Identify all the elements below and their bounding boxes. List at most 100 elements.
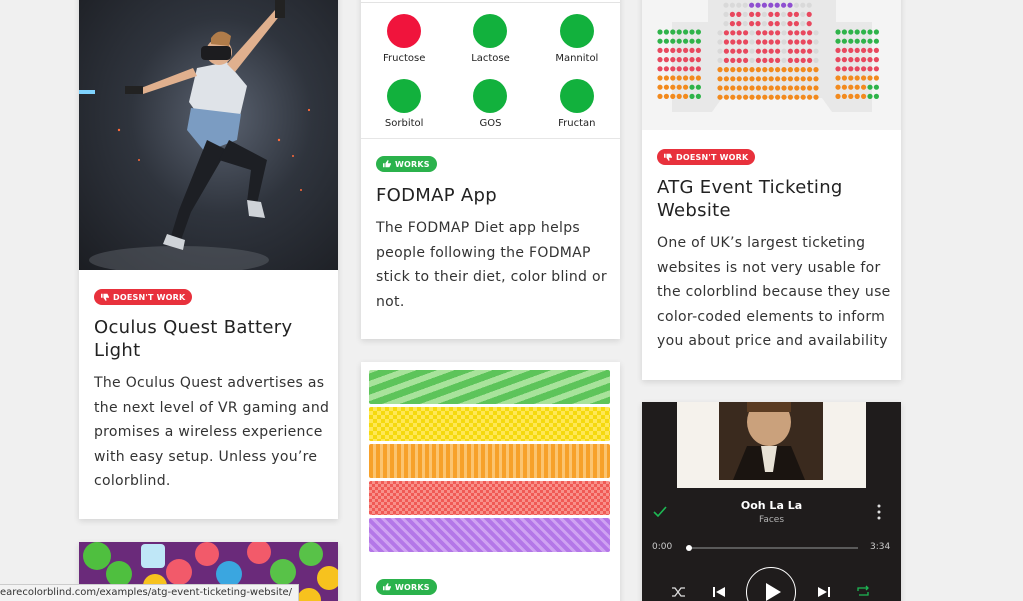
seat-dot xyxy=(800,30,806,36)
seat-dot xyxy=(781,57,787,63)
seat-dot xyxy=(676,38,682,44)
seat-dot xyxy=(806,2,812,8)
seat-dot xyxy=(676,29,682,35)
seat-dot xyxy=(861,57,867,63)
seat-dot xyxy=(663,38,669,44)
next-track-icon[interactable] xyxy=(818,586,830,598)
seat-dot xyxy=(813,39,819,45)
seat-dot xyxy=(683,75,689,81)
seat-dot xyxy=(774,20,780,27)
repeat-icon[interactable] xyxy=(856,585,870,598)
card-pattern-stripes[interactable]: WORKS xyxy=(361,362,620,601)
lactose-indicator xyxy=(473,14,508,48)
progress-knob[interactable] xyxy=(686,545,692,551)
seat-dot xyxy=(742,11,748,17)
seat-dot xyxy=(807,57,813,63)
seat-dot xyxy=(755,76,761,82)
shuffle-icon[interactable] xyxy=(672,586,686,598)
seat-dot xyxy=(723,11,729,17)
seat-dot xyxy=(861,75,867,81)
seat-dot xyxy=(854,84,860,90)
seat-dot xyxy=(867,29,873,35)
seat-dot xyxy=(854,93,860,99)
card-spotify[interactable]: Ooh La La Faces 0:00 3:34 xyxy=(642,402,901,601)
seat-dot xyxy=(848,66,854,72)
seat-dot xyxy=(800,85,806,91)
seat-dot xyxy=(841,38,847,44)
progress-bar[interactable] xyxy=(686,545,858,551)
seat-dot xyxy=(775,30,781,36)
seat-dot xyxy=(768,94,774,100)
seat-dot xyxy=(723,20,729,27)
seat-dot xyxy=(762,30,768,36)
seat-dot xyxy=(813,85,819,91)
badge-label: DOESN'T WORK xyxy=(676,152,749,162)
seat-dot xyxy=(717,76,723,82)
seat-dot xyxy=(781,48,787,54)
card-description: The Oculus Quest advertises as the next … xyxy=(94,375,330,489)
fructose-indicator xyxy=(387,14,422,48)
card-fodmap[interactable]: Fructose Lactose Mannitol Sorbitol GOS F… xyxy=(361,0,620,339)
card-atg[interactable]: DOESN'T WORK ATG Event Ticketing Website… xyxy=(642,0,901,380)
seat-dot xyxy=(867,38,873,44)
seat-dot xyxy=(873,38,879,44)
seat-dot xyxy=(854,66,860,72)
seat-dot xyxy=(729,2,735,8)
seat-dot xyxy=(683,38,689,44)
vr-dancer-illustration xyxy=(79,0,311,270)
seat-dot xyxy=(775,67,781,73)
seat-dot xyxy=(768,2,774,8)
seat-dot xyxy=(695,57,701,63)
seat-dot xyxy=(807,30,813,36)
seat-dot xyxy=(774,11,780,17)
badge-label: WORKS xyxy=(395,582,430,592)
seat-dot xyxy=(794,57,800,63)
seat-dot xyxy=(781,11,787,17)
seat-dot xyxy=(835,47,841,54)
seat-dot xyxy=(781,76,787,82)
seat-dot xyxy=(807,76,813,82)
seat-dot xyxy=(695,75,701,81)
seat-dot xyxy=(848,29,854,35)
seat-dot xyxy=(730,57,736,63)
seat-dot xyxy=(807,94,813,100)
seat-dot xyxy=(781,30,787,36)
seat-dot xyxy=(717,85,723,91)
seat-dot xyxy=(683,57,689,63)
seat-dot xyxy=(657,84,663,90)
seat-dot xyxy=(775,76,781,82)
seat-dot xyxy=(762,94,768,100)
browser-status-url: earecolorblind.com/examples/atg-event-ti… xyxy=(0,584,300,601)
seat-dot xyxy=(689,75,695,81)
seat-dot xyxy=(717,67,723,73)
page: DOESN'T WORK Oculus Quest Battery Light … xyxy=(0,0,1023,601)
seat-dot xyxy=(787,2,793,8)
seat-dot xyxy=(670,57,676,63)
seat-dot xyxy=(657,66,663,72)
more-options-icon[interactable] xyxy=(876,504,882,520)
seat-dot xyxy=(835,38,841,44)
seat-dot xyxy=(683,93,689,99)
seat-dot xyxy=(761,11,767,17)
seat-dot xyxy=(717,39,723,45)
seat-dot xyxy=(723,94,729,100)
seat-dot xyxy=(762,48,768,54)
seat-dot xyxy=(807,67,813,73)
seat-dot xyxy=(717,94,723,100)
seat-dot xyxy=(762,67,768,73)
seat-dot xyxy=(800,67,806,73)
previous-track-icon[interactable] xyxy=(713,586,725,598)
seat-dot xyxy=(787,48,793,54)
seat-dot xyxy=(743,48,749,54)
seat-dot xyxy=(670,38,676,44)
card-oculus[interactable]: DOESN'T WORK Oculus Quest Battery Light … xyxy=(79,0,338,519)
seat-dot xyxy=(873,29,879,35)
seat-dot xyxy=(807,39,813,45)
seat-dot xyxy=(762,57,768,63)
seat-dot xyxy=(730,76,736,82)
card-description: One of UK’s largest ticketing websites i… xyxy=(657,235,891,349)
seat-dot xyxy=(787,94,793,100)
play-button[interactable] xyxy=(746,567,796,601)
seat-dot xyxy=(861,84,867,90)
checkmark-icon[interactable] xyxy=(653,506,667,518)
